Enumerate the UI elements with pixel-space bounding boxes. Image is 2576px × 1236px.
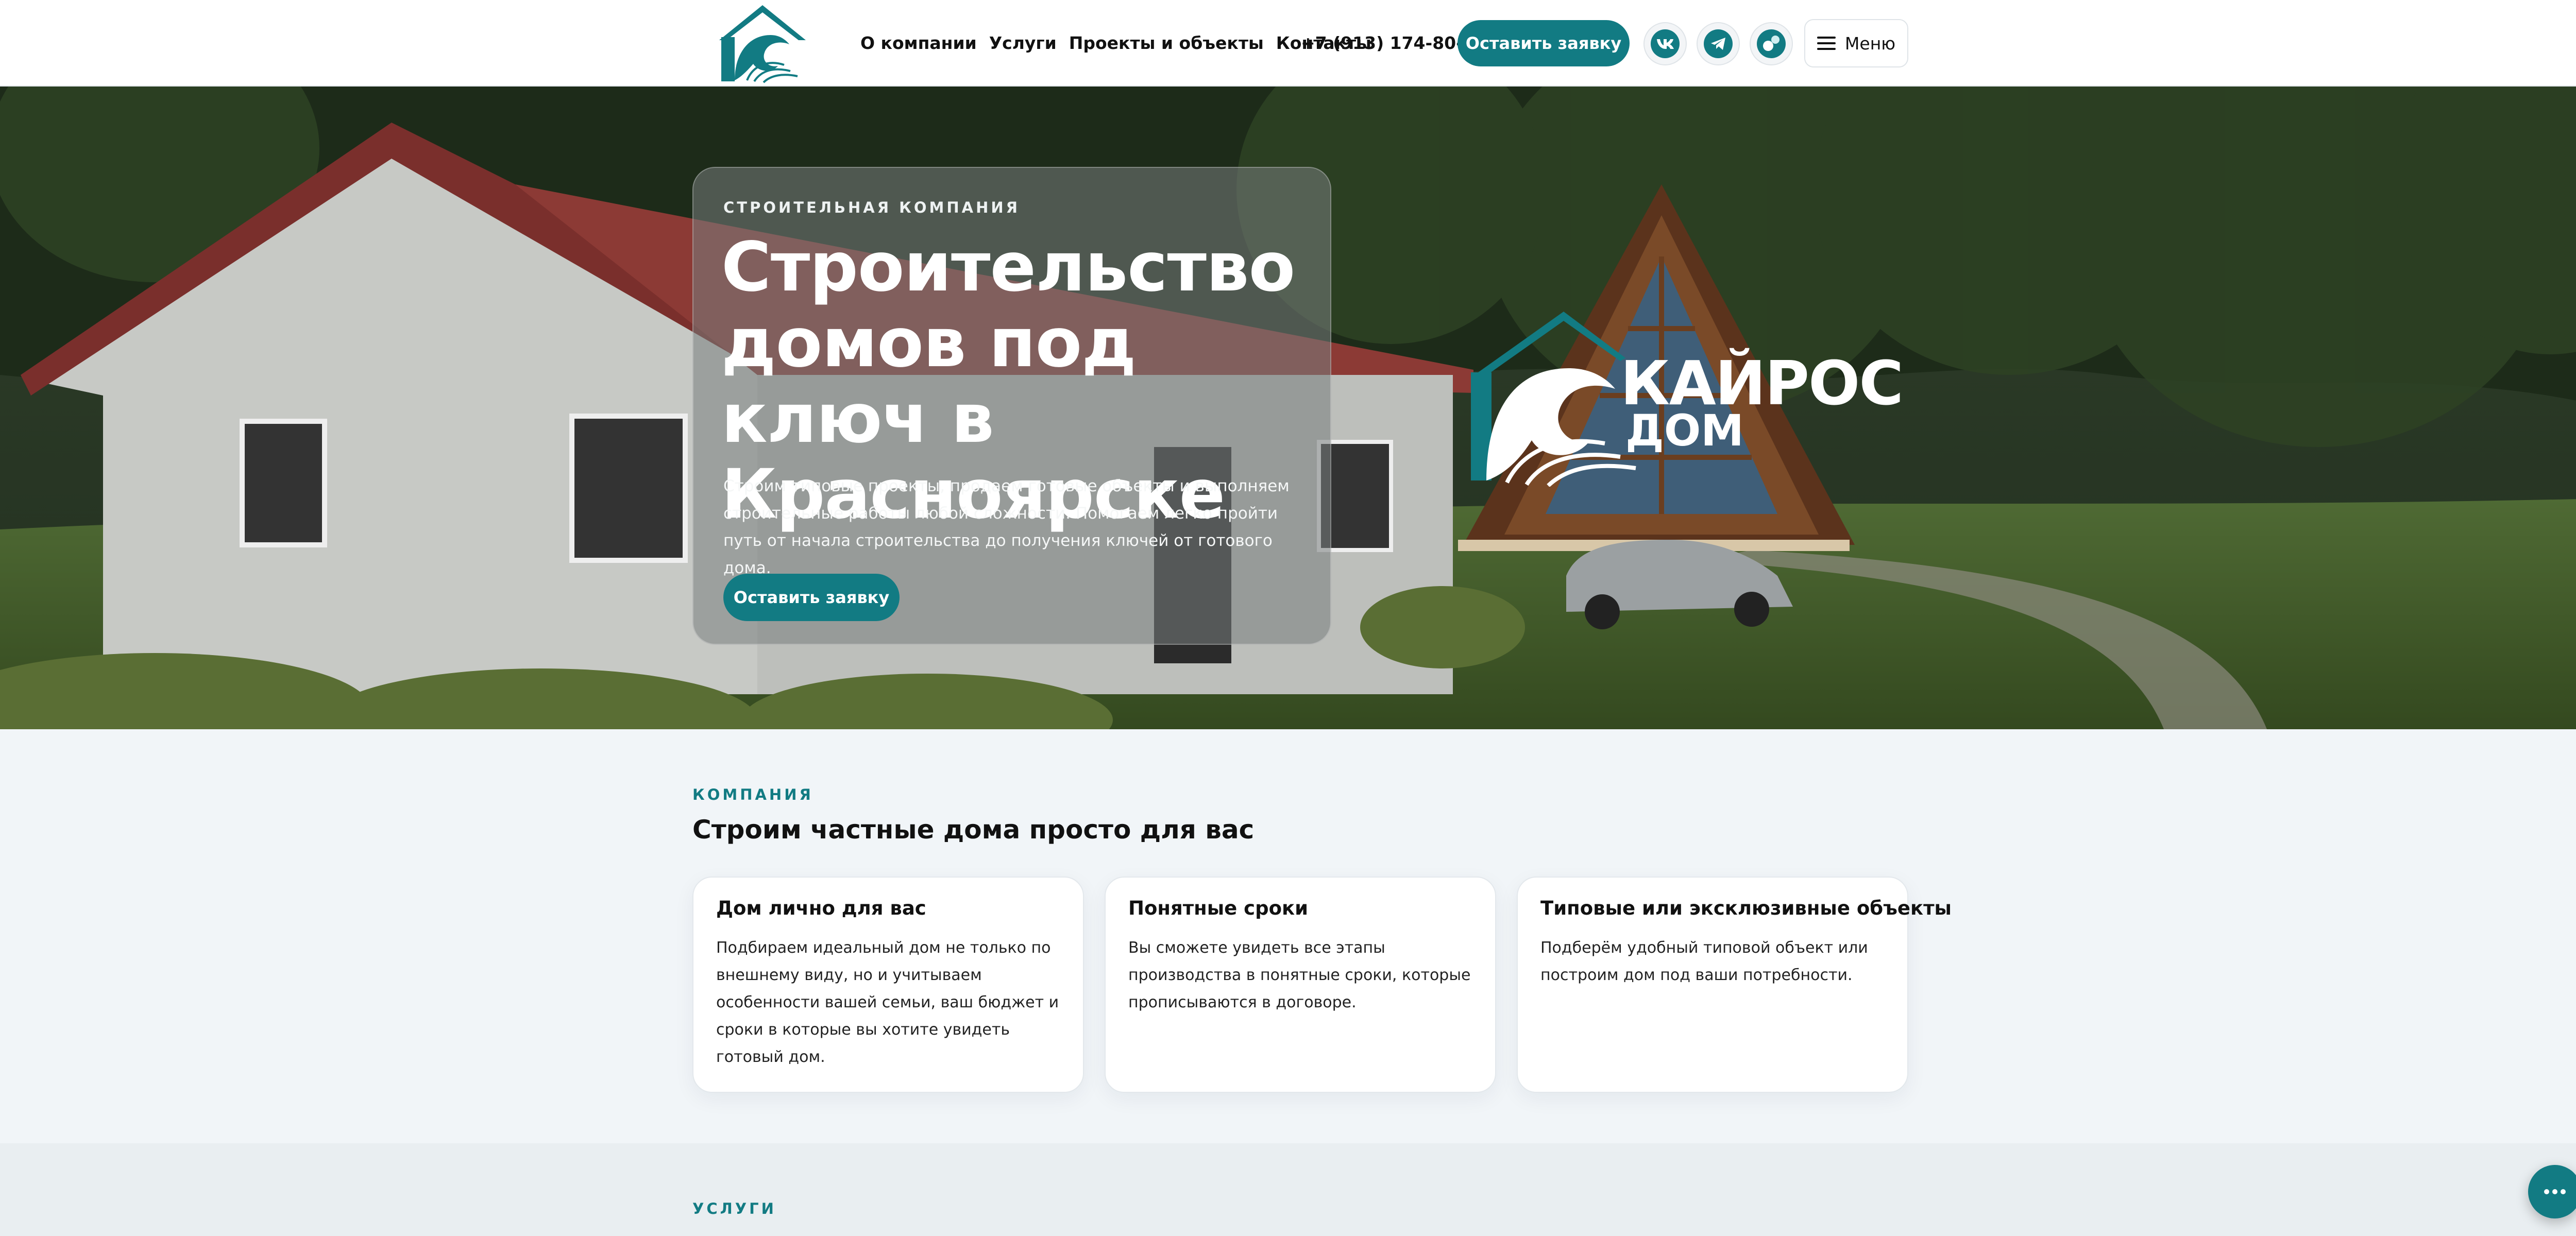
hero-eyebrow: СТРОИТЕЛЬНАЯ КОМПАНИЯ	[723, 199, 1020, 216]
hamburger-icon	[1817, 37, 1836, 50]
max-messenger-button[interactable]	[1750, 22, 1793, 65]
nav-link-about[interactable]: О компании	[860, 32, 977, 55]
hero-description: Строим типовые проекты, продаем готовые …	[723, 477, 1290, 577]
feature-card-title: Дом лично для вас	[716, 897, 926, 919]
menu-label: Меню	[1844, 33, 1896, 54]
feature-card-title: Понятные сроки	[1128, 897, 1309, 919]
company-eyebrow: КОМПАНИЯ	[692, 786, 814, 803]
telegram-button[interactable]	[1697, 22, 1740, 65]
company-title: Строим частные дома просто для вас	[692, 815, 1255, 845]
telegram-icon	[1704, 29, 1733, 58]
hero-card: СТРОИТЕЛЬНАЯ КОМПАНИЯ Строительство домо…	[692, 167, 1331, 645]
chat-widget-button[interactable]	[2528, 1165, 2576, 1218]
logo-icon	[719, 5, 806, 83]
company-logo[interactable]	[717, 3, 808, 83]
more-dots-icon	[2544, 1189, 2566, 1194]
feature-card: Типовые или эксклюзивные объекты Подберё…	[1517, 877, 1952, 1093]
feature-card: Понятные сроки Вы сможете увидеть все эт…	[1105, 877, 1496, 1093]
feature-card-text: Подбираем идеальный дом не только по вне…	[716, 939, 1059, 1066]
feature-card: Дом лично для вас Подбираем идеальный до…	[692, 877, 1084, 1093]
vk-button[interactable]	[1643, 22, 1687, 65]
hero-request-button[interactable]: Оставить заявку	[723, 574, 900, 621]
feature-card-text: Вы сможете увидеть все этапы производств…	[1128, 939, 1471, 1011]
header-request-button[interactable]: Оставить заявку	[1458, 20, 1630, 66]
menu-button[interactable]: Меню	[1804, 19, 1908, 67]
brand-line-1: КАЙРОС	[1620, 348, 1904, 419]
feature-card-text: Подберём удобный типовой объект или пост…	[1540, 939, 1868, 984]
main-nav: О компании Услуги Проекты и объекты Конт…	[860, 32, 1371, 55]
vk-icon	[1651, 29, 1680, 58]
max-messenger-icon	[1757, 29, 1786, 58]
brand-line-2: ДОМ	[1625, 405, 1744, 456]
site-header: О компании Услуги Проекты и объекты Конт…	[0, 0, 2576, 87]
hero-brand-logo: КАЙРОС ДОМ	[1471, 312, 1904, 487]
company-section: КОМПАНИЯ Строим частные дома просто для …	[0, 729, 2576, 1143]
nav-link-projects[interactable]: Проекты и объекты	[1069, 32, 1264, 55]
feature-card-title: Типовые или эксклюзивные объекты	[1540, 897, 1952, 919]
services-eyebrow: УСЛУГИ	[692, 1200, 776, 1217]
services-section: УСЛУГИ	[0, 1143, 2576, 1236]
hero-section: СТРОИТЕЛЬНАЯ КОМПАНИЯ Строительство домо…	[0, 87, 2576, 729]
nav-link-services[interactable]: Услуги	[989, 32, 1057, 55]
